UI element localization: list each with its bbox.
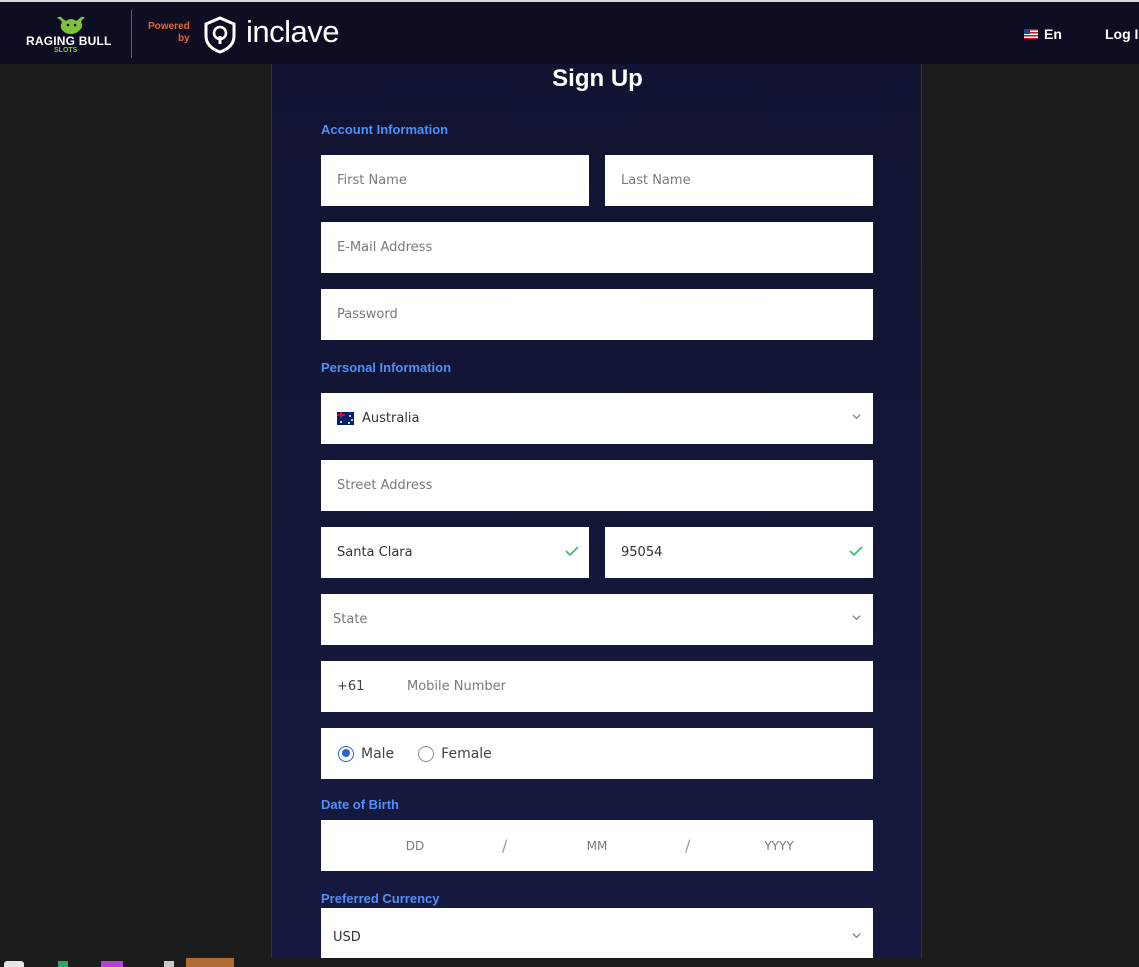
taskbar bbox=[0, 958, 1139, 967]
country-value: Australia bbox=[362, 411, 420, 426]
dob-year-input[interactable]: YYYY bbox=[729, 820, 829, 871]
powered-by-label: Powered by bbox=[148, 21, 190, 45]
gender-radio-group: Male Female bbox=[321, 728, 873, 779]
personal-section-label: Personal Information bbox=[321, 360, 452, 375]
login-link[interactable]: Log In bbox=[1105, 26, 1139, 42]
female-radio[interactable] bbox=[418, 745, 435, 762]
male-radio[interactable] bbox=[338, 745, 354, 762]
first-name-field[interactable]: First Name bbox=[321, 155, 589, 206]
account-section-label: Account Information bbox=[321, 122, 449, 137]
brand-subtitle: SLOTS bbox=[54, 47, 78, 54]
phone-prefix[interactable]: +61 bbox=[321, 679, 407, 694]
email-placeholder: E-Mail Address bbox=[337, 240, 433, 255]
country-select[interactable]: Australia bbox=[321, 393, 873, 444]
taskbar-app-icon[interactable] bbox=[164, 961, 174, 967]
password-field[interactable]: Password bbox=[321, 289, 873, 340]
raging-bull-logo[interactable]: RAGING BULL SLOTS bbox=[24, 14, 120, 58]
street-placeholder: Street Address bbox=[337, 478, 433, 493]
us-flag-icon bbox=[1024, 29, 1038, 39]
currency-section-label: Preferred Currency bbox=[321, 891, 440, 906]
signup-card: Sign Up Account Information First Name L… bbox=[271, 64, 922, 958]
mobile-placeholder: Mobile Number bbox=[407, 679, 506, 694]
dob-section-label: Date of Birth bbox=[321, 797, 399, 812]
top-navigation-bar: RAGING BULL SLOTS Powered by inclave En … bbox=[0, 0, 1139, 64]
password-placeholder: Password bbox=[337, 307, 398, 322]
australia-flag-icon bbox=[337, 412, 354, 425]
taskbar-app-icon[interactable] bbox=[4, 961, 24, 967]
male-label: Male bbox=[361, 745, 395, 762]
gender-option-male[interactable]: Male bbox=[338, 745, 395, 762]
language-label: En bbox=[1044, 26, 1062, 42]
header-divider bbox=[131, 10, 132, 58]
powered-line-2: by bbox=[178, 33, 190, 44]
chevron-down-icon bbox=[852, 933, 861, 939]
bull-icon bbox=[57, 16, 85, 34]
page-title: Sign Up bbox=[552, 65, 643, 92]
taskbar-app-icon[interactable] bbox=[101, 961, 123, 967]
powered-line-1: Powered bbox=[148, 21, 190, 32]
taskbar-app-icon[interactable] bbox=[58, 961, 68, 967]
dob-month-input[interactable]: MM bbox=[547, 820, 647, 871]
check-icon bbox=[849, 546, 863, 557]
state-placeholder: State bbox=[333, 612, 368, 627]
inclave-shield-icon bbox=[204, 16, 236, 54]
check-icon bbox=[565, 546, 579, 557]
dob-separator: / bbox=[685, 836, 691, 855]
brand-name: RAGING BULL bbox=[26, 34, 112, 48]
first-name-placeholder: First Name bbox=[337, 173, 407, 188]
last-name-field[interactable]: Last Name bbox=[605, 155, 873, 206]
female-label: Female bbox=[441, 745, 492, 762]
chevron-down-icon bbox=[852, 615, 861, 621]
mobile-field[interactable]: +61 Mobile Number bbox=[321, 661, 873, 712]
city-field[interactable]: Santa Clara bbox=[321, 527, 589, 578]
state-select[interactable]: State bbox=[321, 594, 873, 645]
zip-field[interactable]: 95054 bbox=[605, 527, 873, 578]
gender-option-female[interactable]: Female bbox=[418, 745, 492, 762]
city-value: Santa Clara bbox=[337, 545, 413, 560]
street-address-field[interactable]: Street Address bbox=[321, 460, 873, 511]
chevron-down-icon bbox=[852, 414, 861, 420]
last-name-placeholder: Last Name bbox=[621, 173, 691, 188]
currency-value: USD bbox=[333, 929, 361, 945]
date-of-birth-field: DD / MM / YYYY bbox=[321, 820, 873, 871]
zip-value: 95054 bbox=[621, 545, 663, 560]
language-selector[interactable]: En bbox=[1024, 26, 1062, 42]
email-field[interactable]: E-Mail Address bbox=[321, 222, 873, 273]
dob-day-input[interactable]: DD bbox=[365, 820, 465, 871]
currency-select[interactable]: USD bbox=[321, 908, 873, 958]
taskbar-app-icon[interactable] bbox=[186, 958, 234, 967]
partner-name: inclave bbox=[246, 14, 340, 49]
dob-separator: / bbox=[502, 836, 508, 855]
